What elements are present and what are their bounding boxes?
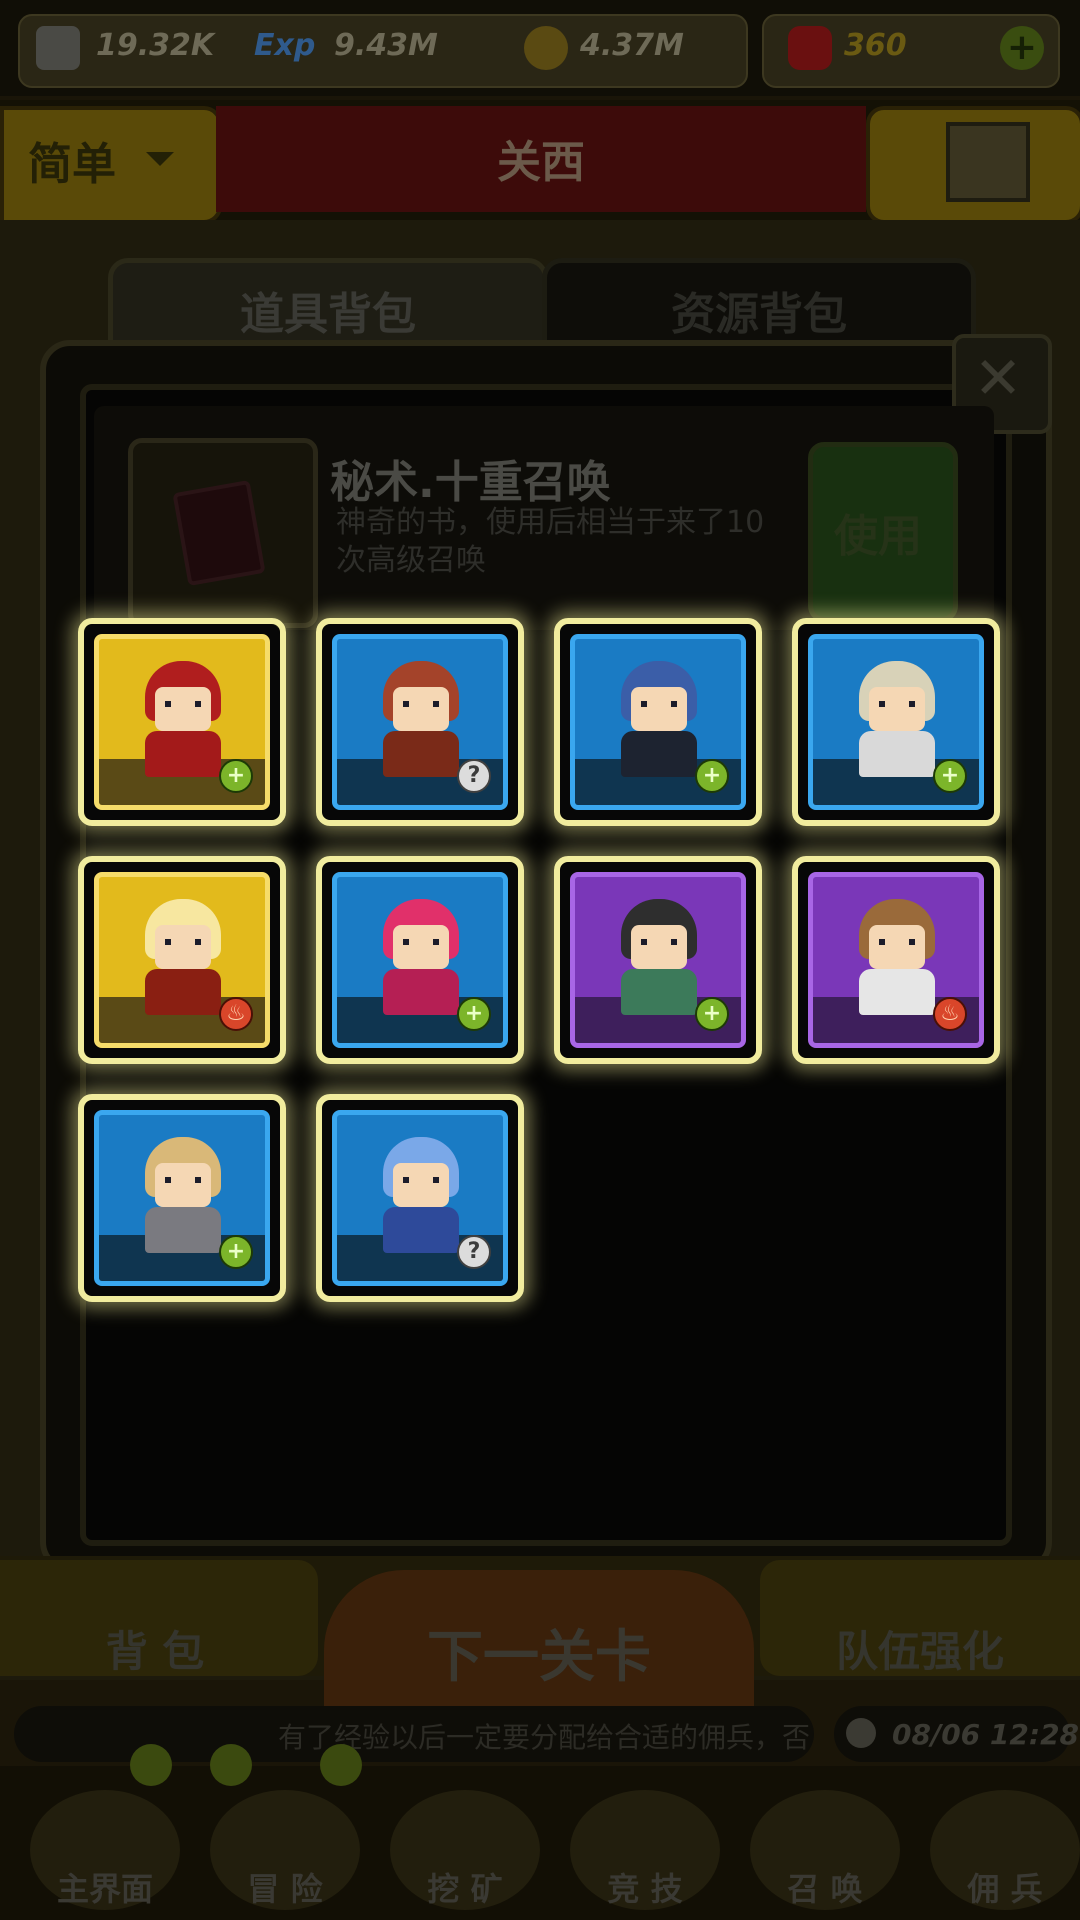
fire-badge-icon: ♨	[933, 997, 967, 1031]
hero-card[interactable]: ?	[316, 618, 524, 826]
hero-portrait: ?	[332, 1110, 508, 1286]
chevron-down-icon	[146, 152, 174, 166]
gem-value: 360	[844, 28, 907, 63]
plus-badge-icon: +	[219, 759, 253, 793]
tab-resources-label: 资源背包	[671, 289, 847, 340]
hero-card[interactable]: +	[554, 618, 762, 826]
hero-body	[621, 731, 697, 777]
hero-card[interactable]: ♨	[792, 856, 1000, 1064]
nav-item-label[interactable]: 挖 矿	[375, 1864, 555, 1910]
notification-dot	[210, 1744, 252, 1786]
fire-badge-icon: ♨	[219, 997, 253, 1031]
hero-body	[145, 731, 221, 777]
nav-item-label[interactable]: 冒 险	[195, 1864, 375, 1910]
hero-body	[621, 969, 697, 1015]
tab-items-label: 道具背包	[240, 289, 416, 340]
hero-eyes	[165, 1177, 201, 1183]
use-button-label: 使用	[834, 511, 922, 562]
attack-value: 19.32K	[96, 28, 215, 63]
hero-card[interactable]: ?	[316, 1094, 524, 1302]
hero-face	[155, 925, 211, 969]
hero-eyes	[403, 701, 439, 707]
hero-face	[869, 687, 925, 731]
hero-portrait: +	[94, 1110, 270, 1286]
spellbook-icon	[172, 479, 266, 587]
hero-face	[393, 687, 449, 731]
hero-card[interactable]: ♨	[78, 856, 286, 1064]
hero-eyes	[165, 701, 201, 707]
team-upgrade-label: 队伍强化	[835, 1627, 1004, 1676]
plus-badge-icon: +	[219, 1235, 253, 1269]
hero-card[interactable]: +	[316, 856, 524, 1064]
nav-item-label[interactable]: 召 唤	[735, 1864, 915, 1910]
hero-portrait: +	[332, 872, 508, 1048]
map-icon	[946, 122, 1030, 202]
item-name: 秘术.十重召唤	[330, 457, 611, 508]
add-gem-icon[interactable]: +	[1000, 26, 1044, 70]
difficulty-label: 简单	[28, 139, 116, 190]
hero-face	[155, 1163, 211, 1207]
backpack-label: 背 包	[105, 1627, 205, 1676]
plus-badge-icon: +	[457, 997, 491, 1031]
hero-portrait: ?	[332, 634, 508, 810]
exp-value: 9.43M	[334, 28, 438, 63]
hero-portrait: +	[808, 634, 984, 810]
clock-icon	[846, 1718, 876, 1748]
hero-body	[859, 731, 935, 777]
nav-item-label[interactable]: 主界面	[15, 1864, 195, 1910]
gold-value: 4.37M	[580, 28, 684, 63]
hero-face	[393, 1163, 449, 1207]
close-icon: ✕	[973, 344, 1023, 412]
hero-eyes	[879, 939, 915, 945]
hero-body	[859, 969, 935, 1015]
sword-icon	[36, 26, 80, 70]
hero-portrait: +	[570, 872, 746, 1048]
hero-card[interactable]: +	[78, 618, 286, 826]
hero-portrait: ♨	[94, 872, 270, 1048]
hero-card[interactable]: +	[78, 1094, 286, 1302]
gold-coin-icon	[524, 26, 568, 70]
hero-card[interactable]: +	[792, 618, 1000, 826]
hero-face	[155, 687, 211, 731]
hero-card[interactable]: +	[554, 856, 762, 1064]
hero-face	[631, 687, 687, 731]
exp-icon: Exp	[254, 28, 316, 63]
nav-item-label[interactable]: 佣 兵	[915, 1864, 1080, 1910]
plus-badge-icon: +	[695, 997, 729, 1031]
hero-body	[145, 1207, 221, 1253]
nav-item-label[interactable]: 竞 技	[555, 1864, 735, 1910]
question-badge-icon: ?	[457, 1235, 491, 1269]
next-stage-label: 下一关卡	[427, 1625, 651, 1690]
item-desc-line2: 次高级召唤	[336, 543, 486, 578]
item-desc-line1: 神奇的书，使用后相当于来了10	[336, 505, 765, 540]
hero-body	[383, 731, 459, 777]
hero-body	[383, 1207, 459, 1253]
plus-badge-icon: +	[933, 759, 967, 793]
hero-eyes	[641, 939, 677, 945]
hero-portrait: +	[94, 634, 270, 810]
hero-face	[393, 925, 449, 969]
hero-body	[145, 969, 221, 1015]
hero-portrait: +	[570, 634, 746, 810]
hero-face	[631, 925, 687, 969]
clock-text: 08/06 12:28	[892, 1718, 1080, 1751]
hero-eyes	[879, 701, 915, 707]
hero-portrait: ♨	[808, 872, 984, 1048]
plus-badge-icon: +	[695, 759, 729, 793]
notification-dot	[320, 1744, 362, 1786]
item-description: 神奇的书，使用后相当于来了10 次高级召唤	[336, 504, 806, 580]
notification-dot	[130, 1744, 172, 1786]
hero-eyes	[403, 1177, 439, 1183]
hero-eyes	[165, 939, 201, 945]
meat-gem-icon	[788, 26, 832, 70]
hero-body	[383, 969, 459, 1015]
question-badge-icon: ?	[457, 759, 491, 793]
hero-face	[869, 925, 925, 969]
stage-name: 关西	[497, 137, 585, 188]
hero-eyes	[403, 939, 439, 945]
hero-eyes	[641, 701, 677, 707]
